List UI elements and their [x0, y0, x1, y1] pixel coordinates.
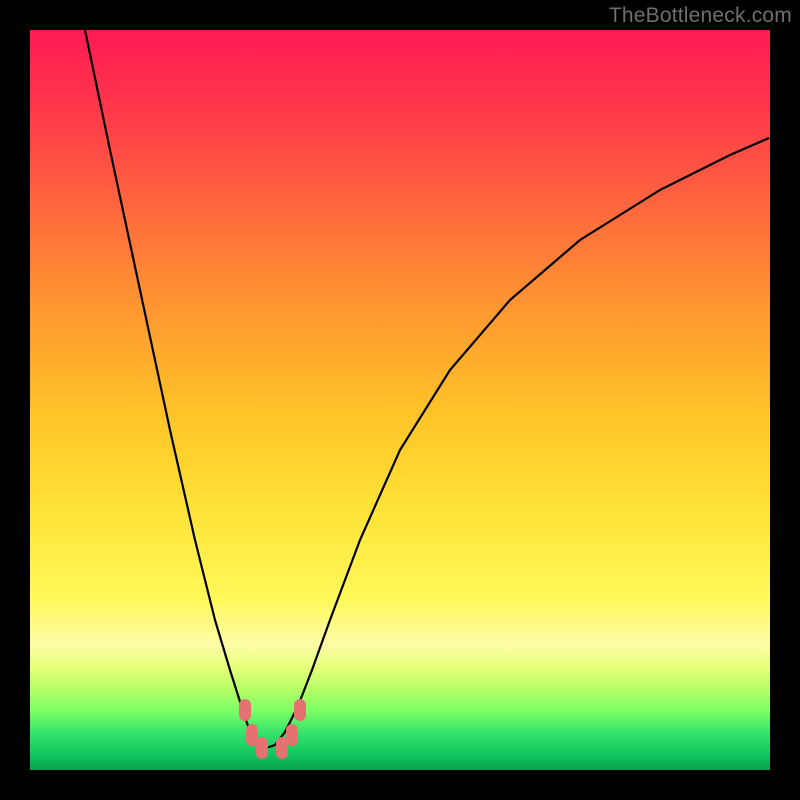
- bottleneck-curve: [85, 30, 769, 748]
- chart-svg: [30, 30, 770, 770]
- chart-plot-area: [30, 30, 770, 770]
- marker-bottom-left: [256, 737, 268, 759]
- marker-right-lower: [286, 724, 298, 746]
- watermark-text: TheBottleneck.com: [609, 4, 792, 28]
- marker-left-upper: [239, 699, 251, 721]
- marker-right-upper: [294, 699, 306, 721]
- curve-markers: [239, 699, 306, 759]
